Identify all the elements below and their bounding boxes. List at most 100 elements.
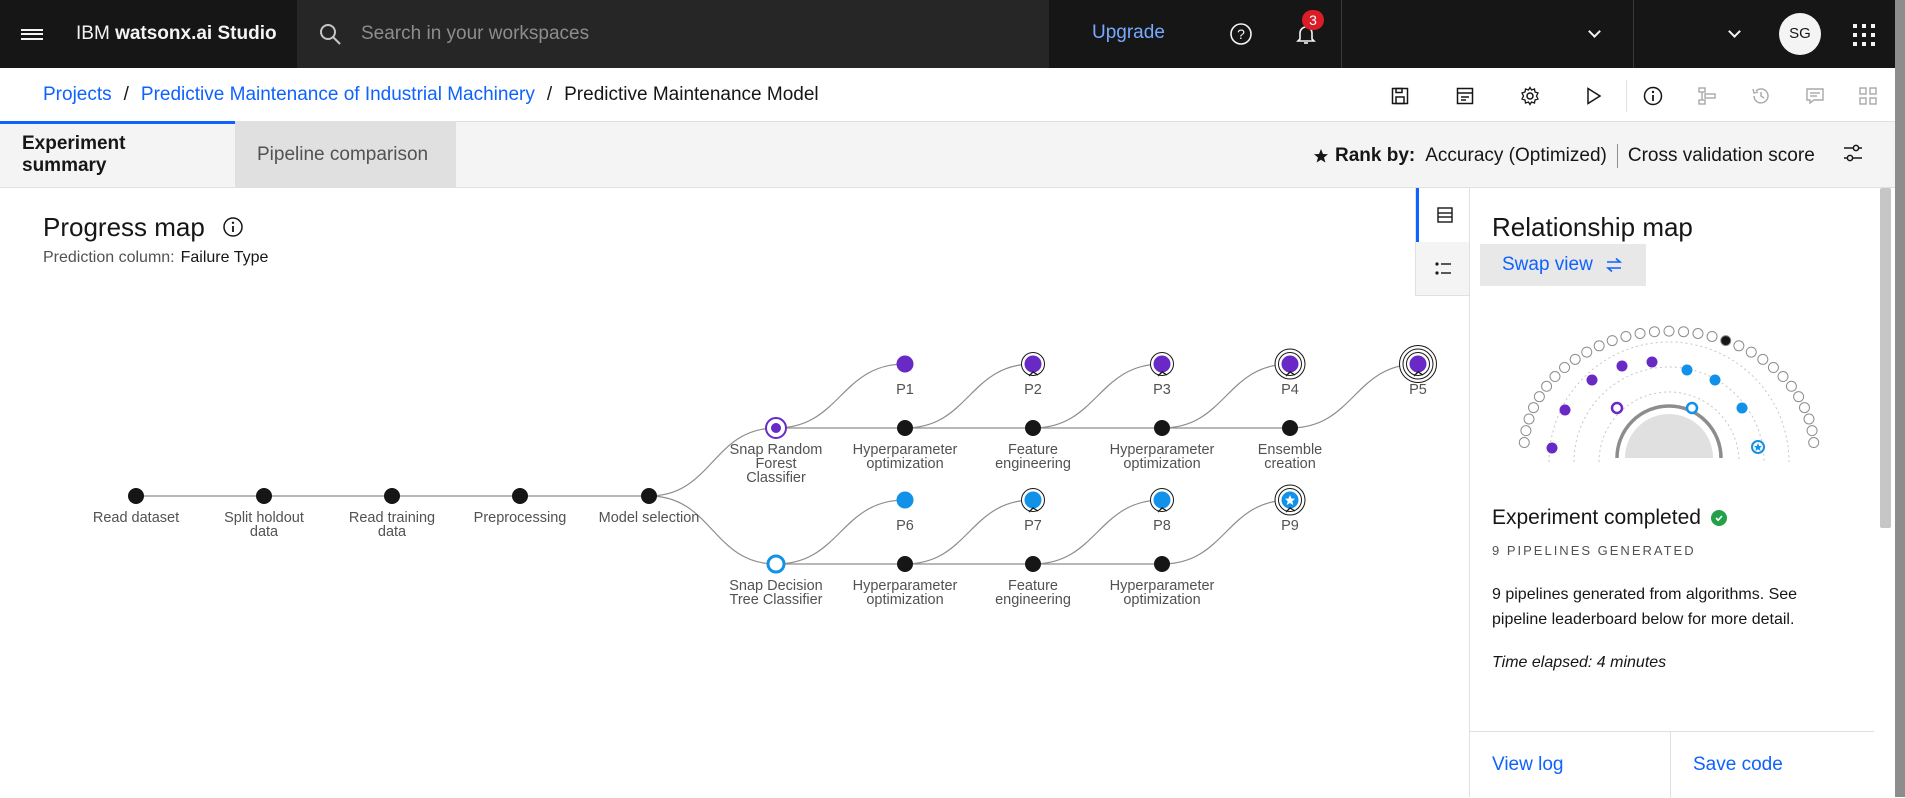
account-switcher[interactable]: Shruti Gaikwad's Account (1359, 24, 1601, 46)
status-description: 9 pipelines generated from algorithms. S… (1492, 586, 1798, 628)
star-icon (1314, 149, 1328, 163)
relationship-pipeline-dot (1793, 391, 1805, 403)
relationship-node (1646, 356, 1658, 368)
pipeline-label: P3 (1153, 382, 1171, 398)
pipeline-node (1281, 355, 1299, 373)
relationship-panel: Relationship map Swap view Experiment co… (1469, 188, 1874, 798)
info-icon[interactable] (1638, 81, 1668, 111)
relationship-pipeline-dot (1803, 413, 1815, 425)
menu-icon[interactable] (0, 0, 64, 68)
relationship-map-title: Relationship map (1492, 212, 1693, 242)
algorithm-node (766, 554, 786, 574)
flow-connector (1161, 363, 1291, 429)
run-icon[interactable] (1579, 81, 1609, 111)
settings-icon[interactable] (1515, 81, 1545, 111)
pipeline-node (1153, 491, 1171, 509)
chevron-down-icon (1728, 25, 1742, 38)
pipelines-generated: 9 PIPELINES GENERATED (1492, 543, 1696, 558)
relationship-pipeline-dot (1785, 380, 1797, 392)
relationship-pipeline-dot (1523, 413, 1535, 425)
help-icon[interactable]: ? (1221, 14, 1261, 54)
step-label: Split holdout data (224, 510, 304, 540)
info-icon[interactable] (222, 216, 244, 238)
pipeline-node (896, 491, 914, 509)
relationship-node (1681, 364, 1693, 376)
breadcrumb: Projects / Predictive Maintenance of Indus… (43, 84, 819, 105)
product-name[interactable]: IBM watsonx.ai Studio (64, 23, 300, 45)
grid-icon[interactable] (1853, 81, 1883, 111)
relationship-pipeline-dot (1648, 326, 1660, 338)
relationship-node (1546, 442, 1558, 454)
flow-connector (775, 363, 906, 429)
chevron-down-icon (1587, 25, 1601, 38)
relationship-node (1685, 401, 1699, 415)
step-node (512, 488, 528, 504)
pipeline-label: P6 (896, 518, 914, 534)
pipeline-label: P4 (1281, 382, 1299, 398)
relationship-pipeline-dot (1767, 362, 1779, 374)
save-icon[interactable] (1385, 81, 1415, 111)
rank-selector[interactable]: Rank by: Accuracy (Optimized) Cross vali… (1313, 144, 1815, 168)
relationship-map-diagram (1518, 325, 1820, 463)
relationship-node (1736, 402, 1748, 414)
experiment-status: Experiment completed (1492, 506, 1727, 530)
bulleted-list-icon[interactable] (1416, 242, 1470, 296)
history-icon[interactable] (1746, 81, 1776, 111)
app-switcher-icon[interactable] (1853, 24, 1875, 46)
relationship-pipeline-dot (1720, 335, 1732, 347)
relationship-pipeline-dot (1733, 340, 1745, 352)
relationship-pipeline-dot (1581, 346, 1593, 358)
stage-label: Ensemble creation (1258, 442, 1322, 472)
rank-label: Rank by: (1335, 145, 1416, 166)
comments-icon[interactable] (1800, 81, 1830, 111)
panel-actions: View log Save code (1470, 731, 1874, 798)
algorithm-label: Snap Random Forest Classifier (730, 442, 823, 486)
region-switcher[interactable]: London (1651, 24, 1742, 46)
pipeline-node (1409, 355, 1427, 373)
stage-label: Hyperparameter optimization (853, 578, 958, 608)
stage-label: Feature engineering (995, 442, 1071, 472)
notification-badge: 3 (1302, 10, 1324, 30)
relationship-pipeline-dot (1541, 380, 1553, 392)
save-code-button[interactable]: Save code (1671, 732, 1874, 798)
time-elapsed: Time elapsed: 4 minutes (1492, 654, 1667, 671)
scrollbar[interactable] (1880, 188, 1891, 528)
flow-connector (1032, 499, 1163, 565)
upgrade-link[interactable]: Upgrade (1092, 22, 1165, 44)
step-label: Read dataset (93, 510, 179, 526)
breadcrumb-bar: Projects / Predictive Maintenance of Indus… (0, 68, 1895, 122)
pipeline-label: P5 (1409, 382, 1427, 398)
flow-connector (904, 499, 1034, 565)
swap-view-button[interactable]: Swap view (1480, 244, 1646, 286)
tab-pipeline-comparison[interactable]: Pipeline comparison (235, 122, 456, 187)
avatar[interactable]: SG (1779, 13, 1821, 55)
view-log-button[interactable]: View log (1470, 732, 1671, 798)
lineage-icon[interactable] (1692, 81, 1722, 111)
progress-map-diagram: Read dataset Split holdout data Read traini… (93, 345, 1437, 608)
notebook-icon[interactable] (1450, 81, 1480, 111)
relationship-pipeline-dot (1520, 425, 1532, 437)
pipeline-label: P9 (1281, 518, 1299, 534)
active-tab-indicator (0, 121, 235, 124)
relationship-pipeline-dot (1518, 437, 1530, 449)
stage-label: Hyperparameter optimization (1110, 442, 1215, 472)
pipeline-label: P2 (1024, 382, 1042, 398)
step-node (641, 488, 657, 504)
stage-label: Hyperparameter optimization (1110, 578, 1215, 608)
tab-experiment-summary[interactable]: Experiment summary (0, 122, 235, 187)
breadcrumb-project[interactable]: Predictive Maintenance of Industrial Mac… (141, 84, 535, 105)
step-label: Model selection (599, 510, 700, 526)
search-placeholder: Search in your workspaces (361, 23, 590, 44)
pipeline-node (896, 355, 914, 373)
sliders-icon[interactable] (1842, 142, 1864, 164)
list-view-icon[interactable] (1416, 188, 1470, 242)
toolbar-divider (1626, 80, 1627, 112)
relationship-pipeline-dot (1620, 330, 1632, 342)
pipeline-node (1024, 355, 1042, 373)
breadcrumb-projects[interactable]: Projects (43, 84, 112, 105)
global-search[interactable]: Search in your workspaces (297, 0, 1049, 68)
relationship-pipeline-dot (1692, 327, 1704, 339)
algorithm-label: Snap Decision Tree Classifier (729, 578, 823, 608)
stage-node (1025, 420, 1041, 436)
header-divider (1633, 0, 1634, 68)
